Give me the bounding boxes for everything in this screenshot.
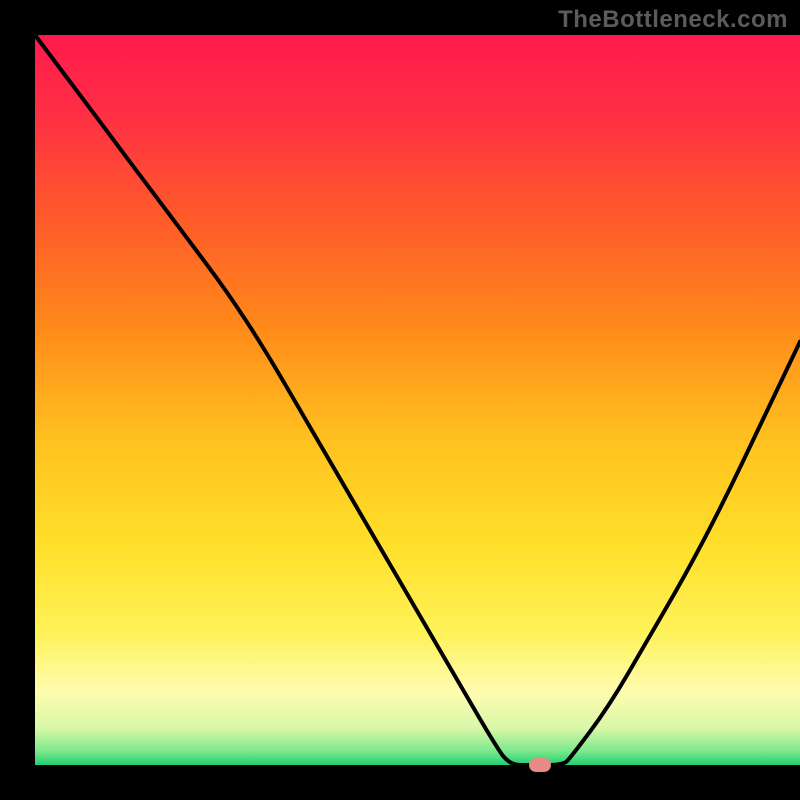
watermark-text: TheBottleneck.com (558, 6, 788, 34)
marker-pill (529, 758, 551, 772)
chart-frame: TheBottleneck.com (0, 0, 800, 800)
gradient-background (35, 35, 800, 765)
plot-area (35, 35, 800, 765)
chart-svg (35, 35, 800, 765)
